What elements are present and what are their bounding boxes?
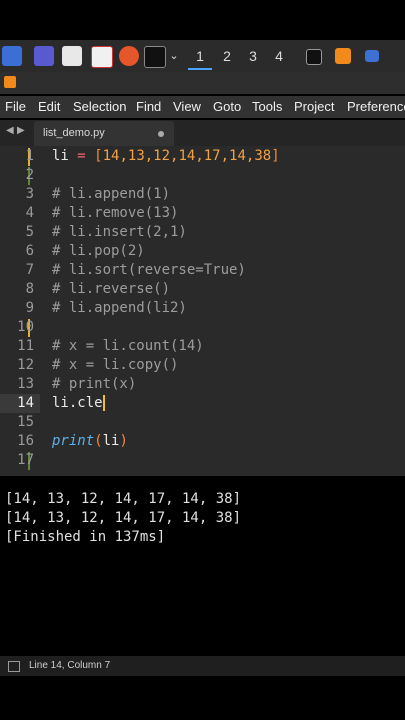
code-text: li.cle [52,395,103,411]
workspace-2[interactable]: 2 [217,46,237,66]
menu-selection[interactable]: Selection [73,99,126,114]
line-number: 6 [25,243,34,259]
workspace-1[interactable]: 1 [190,46,210,66]
monitor-icon[interactable] [34,46,54,66]
terminal-icon[interactable] [144,46,166,68]
menu-project[interactable]: Project [294,99,334,114]
taskbar: ⌄ 1 2 3 4 [0,40,405,72]
tab-scroll-right-icon[interactable]: ▶ [17,125,25,136]
menu-view[interactable]: View [173,99,201,114]
output-line: [Finished in 137ms] [5,529,166,545]
code-function: print [52,433,95,449]
menu-preferences[interactable]: Preference [347,99,405,114]
code-line: # x = li.copy() [52,357,179,373]
tab-list-demo[interactable]: list_demo.py [34,121,174,146]
code-line: # li.pop(2) [52,243,145,259]
line-number: 12 [17,357,34,373]
menu-tools[interactable]: Tools [252,99,282,114]
line-number: 2 [25,167,34,183]
code-line: # li.insert(2,1) [52,224,187,240]
output-line: [14, 13, 12, 14, 17, 14, 38] [5,491,242,507]
workspace-4[interactable]: 4 [269,46,289,66]
code-argument: li [102,433,120,449]
code-editor[interactable]: 1 2 3 4 5 6 7 8 9 10 11 12 13 14 15 16 1… [0,146,405,476]
code-paren: ) [119,433,128,449]
panel-toggle-icon[interactable] [8,661,20,672]
line-number: 17 [17,452,34,468]
code-line: # x = li.count(14) [52,338,204,354]
output-line: [14, 13, 12, 14, 17, 14, 38] [5,510,242,526]
tab-label: list_demo.py [43,127,105,139]
unsaved-dot-icon[interactable] [158,131,164,137]
cursor-position: Line 14, Column 7 [29,660,111,671]
line-number: 10 [17,319,34,335]
workspace-3[interactable]: 3 [243,46,263,66]
sublime-icon [4,76,16,88]
code-line: # print(x) [52,376,137,392]
menu-edit[interactable]: Edit [38,99,60,114]
code-line-current: li.cle [52,395,105,411]
code-line: # li.sort(reverse=True) [52,262,246,278]
tab-scroll-left-icon[interactable]: ◀ [6,125,14,136]
line-number: 7 [25,262,34,278]
text-cursor [102,395,105,411]
line-number: 1 [25,148,34,164]
build-output-panel[interactable]: [14, 13, 12, 14, 17, 14, 38] [14, 13, 12… [0,476,405,654]
line-number: 9 [25,300,34,316]
menu-find[interactable]: Find [136,99,161,114]
code-line: # li.append(1) [52,186,171,202]
active-workspace-indicator [188,68,212,70]
menu-file[interactable]: File [5,99,26,114]
firefox-icon[interactable] [119,46,139,66]
code-bracket: [ [94,148,103,164]
line-number: 13 [17,376,34,392]
line-number: 5 [25,224,34,240]
code-variable: li [52,148,69,164]
code-number-list: 14,13,12,14,17,14,38 [102,148,272,164]
window-title-bar [0,72,405,94]
code-line-16: print(li) [52,433,128,449]
code-operator: = [77,148,86,164]
code-line: # li.append(li2) [52,300,187,316]
sublime-icon[interactable] [335,48,351,64]
line-number: 8 [25,281,34,297]
code-bracket: ] [271,148,280,164]
line-number: 16 [17,433,34,449]
code-line: # li.reverse() [52,281,171,297]
line-number: 15 [17,414,34,430]
menu-bar: File Edit Selection Find View Goto Tools… [0,96,405,118]
file-manager-icon[interactable] [62,46,82,66]
code-line-1: li = [14,13,12,14,17,14,38] [52,148,280,164]
status-bar: Line 14, Column 7 [0,656,405,676]
terminal-small-icon[interactable] [306,49,322,65]
app-launcher-icon[interactable] [2,46,22,66]
line-number: 3 [25,186,34,202]
code-paren: ( [94,433,103,449]
menu-goto[interactable]: Goto [213,99,241,114]
line-number: 4 [25,205,34,221]
code-line: # li.remove(13) [52,205,179,221]
line-number: 11 [17,338,34,354]
chevron-down-icon[interactable]: ⌄ [164,46,184,66]
folder-icon[interactable] [365,50,379,62]
pdf-icon[interactable] [91,46,113,68]
line-number-current: 14 [17,395,34,411]
